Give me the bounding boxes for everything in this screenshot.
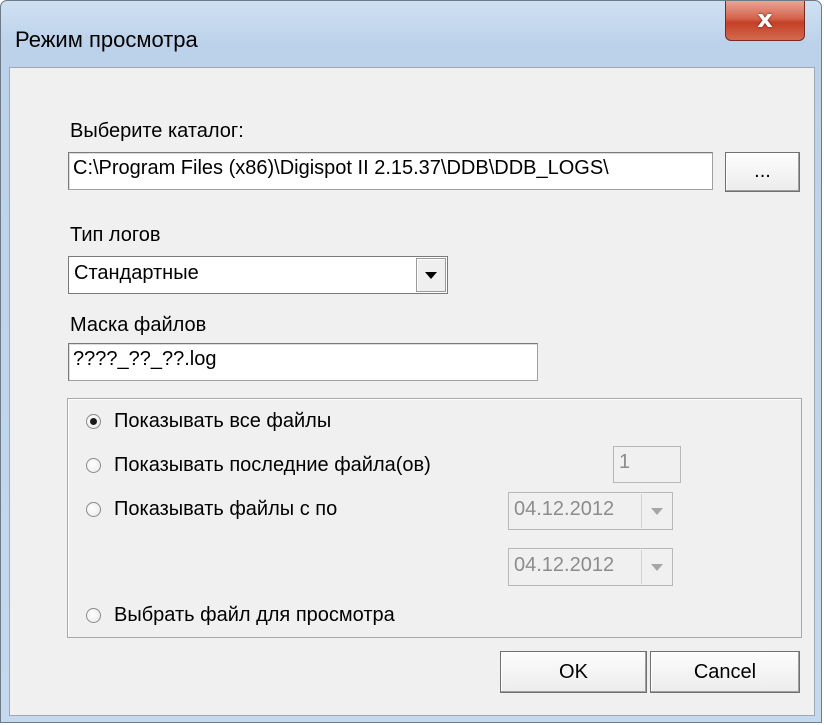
ok-button[interactable]: OK [500,651,647,693]
title-bar[interactable]: Режим просмотра x [1,1,821,67]
file-mask-label: Маска файлов [70,314,207,336]
radio-show-last-label: Показывать последние файла(ов) [114,454,431,476]
chevron-down-icon [650,508,663,515]
log-type-selected: Стандартные [74,262,199,284]
dialog-client-area: Выберите каталог: C:\Program Files (x86)… [9,67,815,716]
radio-show-all-label: Показывать все файлы [114,410,332,432]
cancel-button[interactable]: Cancel [650,651,800,693]
date-to-value: 04.12.2012 [514,554,615,576]
chevron-down-icon [650,564,663,571]
radio-choose-file[interactable]: Выбрать файл для просмотра [86,604,395,627]
window-title: Режим просмотра [15,27,198,52]
folder-path-input[interactable]: C:\Program Files (x86)\Digispot II 2.15.… [68,152,713,190]
date-from-value: 04.12.2012 [514,498,615,520]
file-mask-input[interactable]: ????_??_??.log [68,343,538,381]
folder-label: Выберите каталог: [70,120,244,142]
radio-show-all-indicator[interactable] [86,414,101,429]
close-button[interactable]: x [725,1,805,41]
log-type-dropdown-button[interactable] [416,258,446,292]
radio-show-last[interactable]: Показывать последние файла(ов) [86,454,431,477]
radio-show-last-indicator[interactable] [86,458,101,473]
last-files-count-input: 1 [613,446,681,483]
radio-show-all[interactable]: Показывать все файлы [86,410,331,433]
radio-show-range[interactable]: Показывать файлы с по [86,498,337,521]
radio-choose-file-indicator[interactable] [86,608,101,623]
date-from-dropdown-button [641,494,671,528]
radio-show-range-label: Показывать файлы с по [114,498,338,520]
log-type-label: Тип логов [70,224,161,246]
close-icon: x [757,5,773,33]
radio-show-range-indicator[interactable] [86,502,101,517]
date-to-dropdown-button [641,550,671,584]
dialog-window: Режим просмотра x Выберите каталог: C:\P… [0,0,822,723]
date-to-picker: 04.12.2012 [508,548,673,586]
chevron-down-icon [425,272,437,279]
date-from-picker: 04.12.2012 [508,492,673,530]
log-type-select[interactable]: Стандартные [68,256,448,294]
radio-choose-file-label: Выбрать файл для просмотра [114,604,395,626]
browse-button[interactable]: ... [725,152,800,192]
